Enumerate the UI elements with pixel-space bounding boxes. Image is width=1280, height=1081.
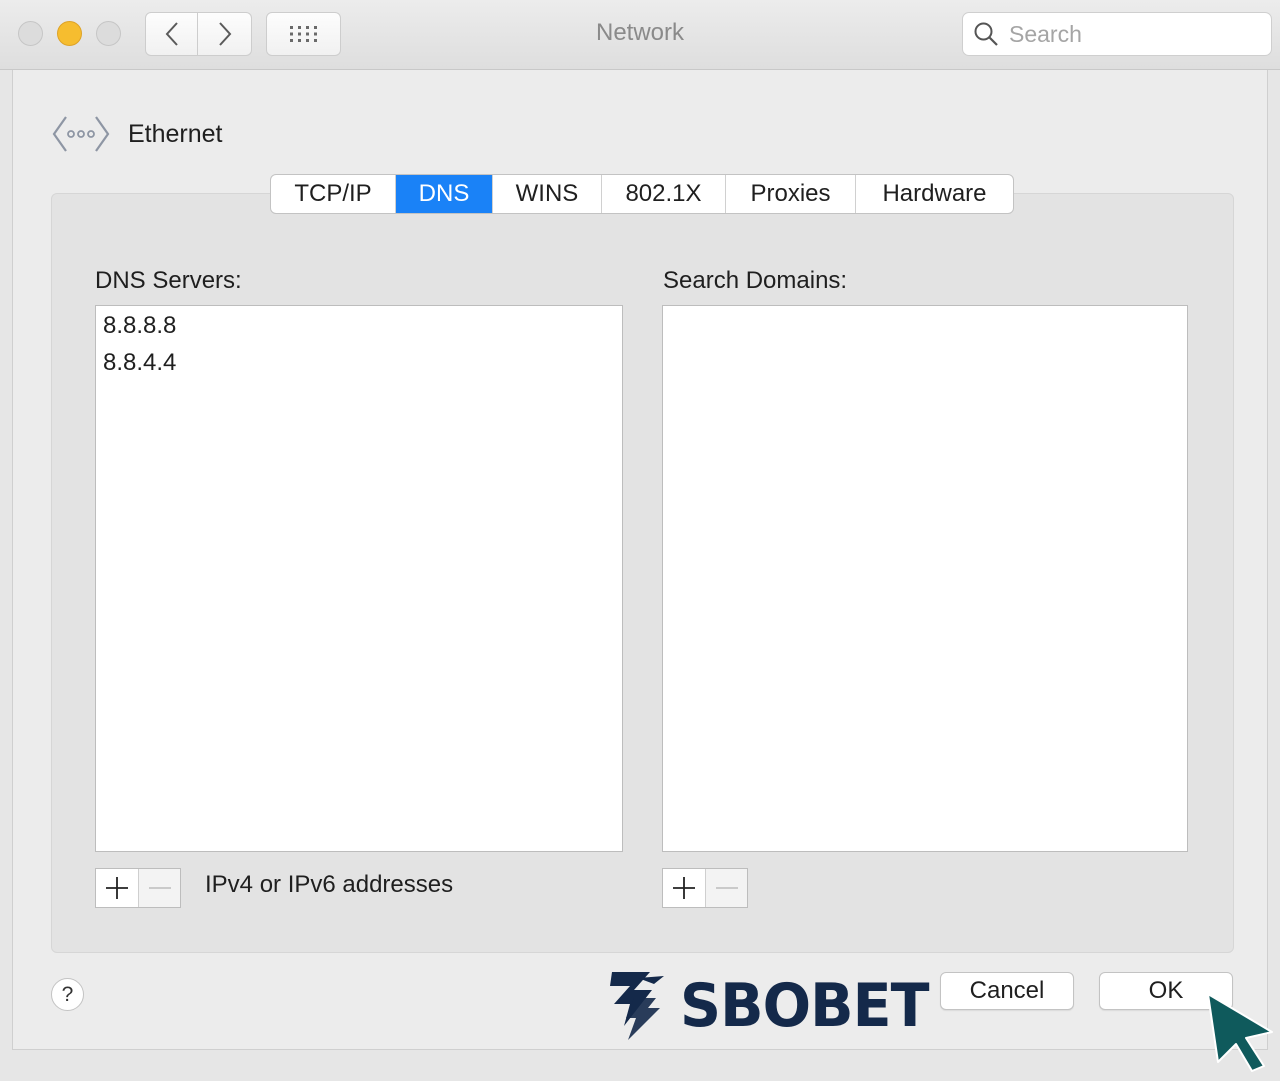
dns-servers-label: DNS Servers: xyxy=(95,267,242,294)
interface-header: Ethernet xyxy=(52,114,223,154)
tab-dns[interactable]: DNS xyxy=(396,175,493,213)
domains-add-remove-control xyxy=(662,868,748,908)
plus-icon xyxy=(106,877,128,899)
search-domains-label: Search Domains: xyxy=(663,267,848,294)
cancel-button[interactable]: Cancel xyxy=(940,972,1074,1010)
tab-bar: TCP/IP DNS WINS 802.1X Proxies Hardware xyxy=(270,174,1014,214)
tab-wins[interactable]: WINS xyxy=(493,175,602,213)
search-domains-list[interactable] xyxy=(662,305,1188,852)
list-item[interactable]: 8.8.4.4 xyxy=(96,344,622,381)
tab-tcpip[interactable]: TCP/IP xyxy=(271,175,396,213)
ethernet-icon xyxy=(52,116,110,152)
remove-search-domain-button[interactable] xyxy=(705,869,747,907)
sbobet-logo: SBOBET xyxy=(604,968,942,1044)
dns-servers-list[interactable]: 8.8.8.8 8.8.4.4 xyxy=(95,305,623,852)
remove-dns-server-button[interactable] xyxy=(138,869,180,907)
tab-proxies[interactable]: Proxies xyxy=(726,175,856,213)
search-field[interactable] xyxy=(962,12,1272,56)
search-input[interactable] xyxy=(1009,20,1259,48)
dns-hint-text: IPv4 or IPv6 addresses xyxy=(205,871,454,898)
mouse-cursor-icon xyxy=(1207,993,1273,1072)
add-search-domain-button[interactable] xyxy=(663,869,705,907)
title-bar: Network xyxy=(0,0,1280,70)
watermark-text: SBOBET xyxy=(680,971,929,1041)
interface-name: Ethernet xyxy=(128,119,223,148)
help-button[interactable]: ? xyxy=(51,978,84,1011)
dns-add-remove-control xyxy=(95,868,181,908)
tab-hardware[interactable]: Hardware xyxy=(856,175,1013,213)
tab-8021x[interactable]: 802.1X xyxy=(602,175,726,213)
list-item[interactable]: 8.8.8.8 xyxy=(96,307,622,344)
plus-icon xyxy=(673,877,695,899)
add-dns-server-button[interactable] xyxy=(96,869,138,907)
minus-icon xyxy=(148,887,171,889)
sbobet-emblem-icon xyxy=(610,972,664,1040)
minus-icon xyxy=(715,887,738,889)
search-icon xyxy=(974,22,998,46)
